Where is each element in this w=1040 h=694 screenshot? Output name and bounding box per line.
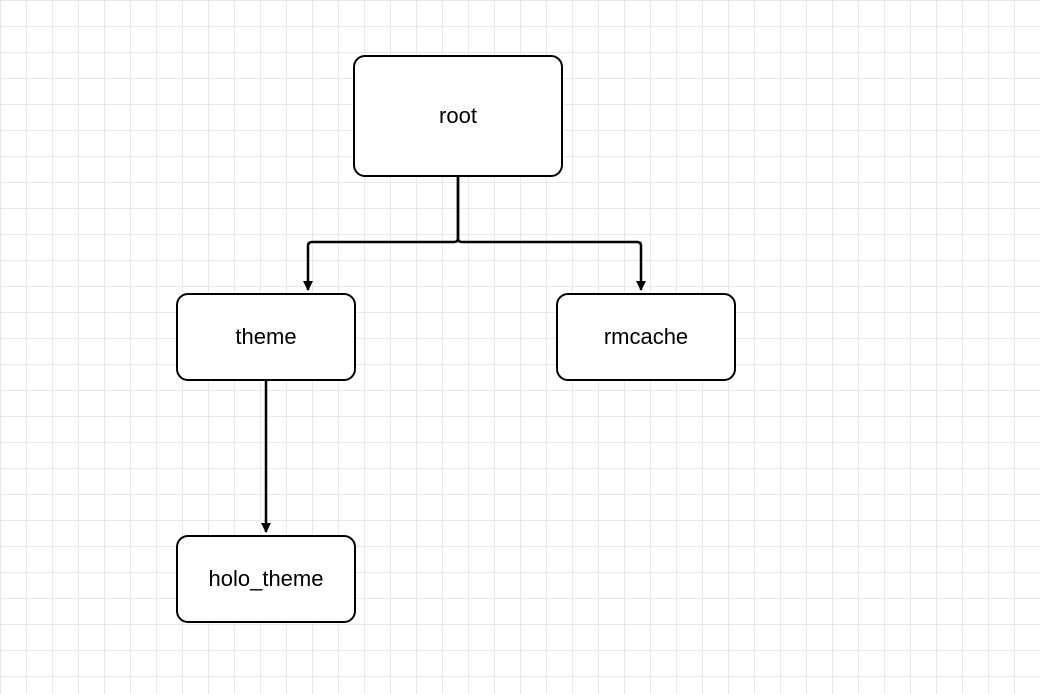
node-holo-theme[interactable]: holo_theme	[176, 535, 356, 623]
node-root-label: root	[439, 103, 477, 129]
node-theme[interactable]: theme	[176, 293, 356, 381]
node-holo-theme-label: holo_theme	[209, 566, 324, 592]
node-rmcache-label: rmcache	[604, 324, 688, 350]
node-root[interactable]: root	[353, 55, 563, 177]
node-rmcache[interactable]: rmcache	[556, 293, 736, 381]
node-theme-label: theme	[235, 324, 296, 350]
